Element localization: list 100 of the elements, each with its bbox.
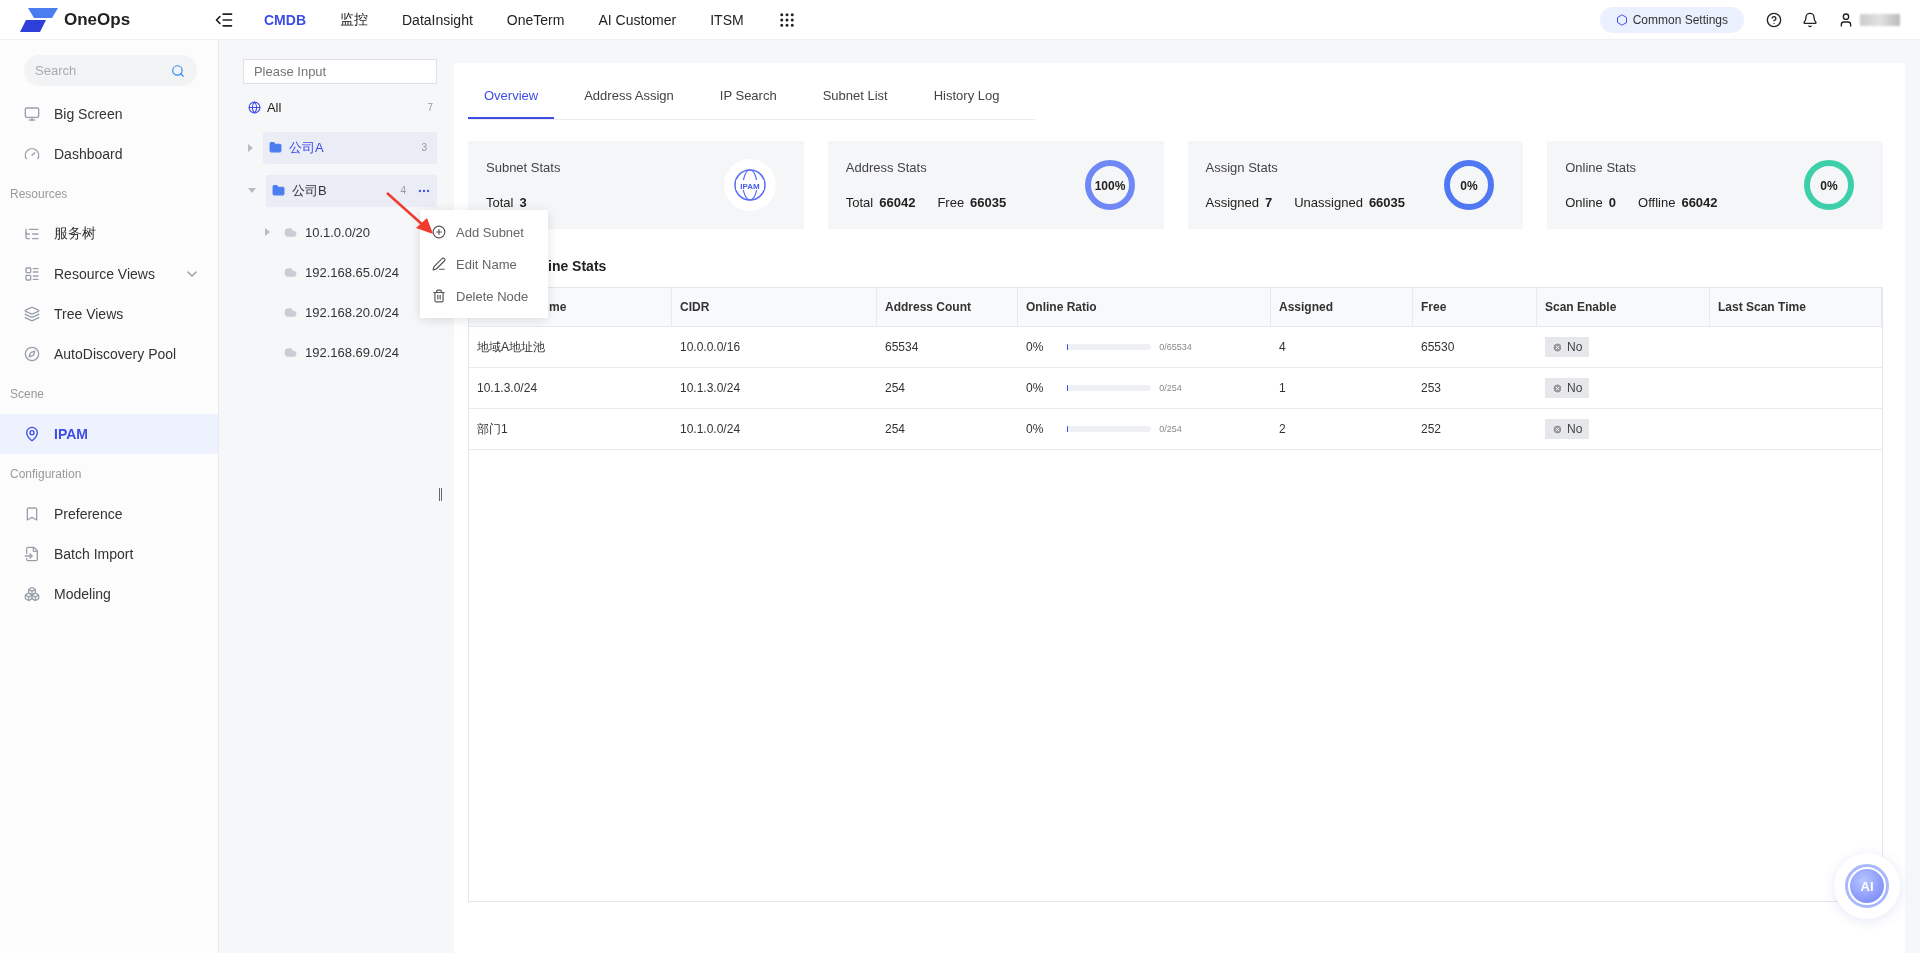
table-cell-text: 254 <box>884 380 907 397</box>
nav-tab[interactable]: AI Customer <box>598 11 677 28</box>
ratio-reading: 0/65534 <box>1159 342 1192 352</box>
import-icon <box>24 546 40 562</box>
cloud-icon <box>283 225 297 239</box>
status-tag: No <box>1545 378 1590 398</box>
cloud-icon <box>283 265 297 279</box>
common-settings-button[interactable]: Common Settings <box>1599 6 1744 33</box>
tree-label: All <box>266 99 282 115</box>
annotation-arrow <box>386 192 433 234</box>
search-icon <box>170 63 185 78</box>
table-cell-text: 254 <box>884 421 907 438</box>
sidebar-item[interactable]: Resource Views <box>0 254 218 294</box>
sidebar-item[interactable]: Preference <box>0 494 218 534</box>
stat-value: 66042 <box>879 195 916 210</box>
column-header: CIDR <box>672 288 877 326</box>
ratio-text: 0% <box>1026 340 1044 354</box>
stat-label: Unassigned <box>1294 195 1363 210</box>
nav-tab[interactable]: CMDB <box>264 11 306 28</box>
nav-tab[interactable]: DataInsight <box>402 11 473 28</box>
help-icon[interactable] <box>1766 11 1782 28</box>
status-tag: No <box>1545 337 1590 357</box>
stat-label: Offline <box>1638 195 1676 210</box>
table-cell-text: 部门1 <box>476 420 509 438</box>
pin-icon <box>24 426 40 442</box>
ratio-reading: 0/254 <box>1159 424 1182 434</box>
stat-value: 66035 <box>970 195 1007 210</box>
stats-title: Assign Stats <box>1205 160 1279 175</box>
table-cell-text: 1 <box>1278 380 1287 397</box>
blurred-username <box>1860 13 1900 26</box>
tree-node[interactable]: 公司B 4 <box>265 174 437 207</box>
stat-value: 66035 <box>1368 195 1406 210</box>
folder-icon <box>271 184 285 197</box>
tab[interactable]: Subnet List <box>806 73 904 119</box>
ratio-reading: 0/254 <box>1159 383 1182 393</box>
table-cell-text: 65534 <box>884 339 920 356</box>
tab[interactable]: History Log <box>917 73 1016 119</box>
hexagon-icon <box>1615 13 1628 26</box>
stats-title: Subnet Stats <box>486 160 561 175</box>
stat-label: Total <box>845 195 874 210</box>
resize-handle[interactable] <box>439 488 442 501</box>
table-cell-text: 65530 <box>1420 339 1456 356</box>
tab[interactable]: Address Assign <box>568 73 690 119</box>
tree-node[interactable]: 公司A 3 <box>262 131 437 164</box>
list-icon <box>24 266 40 282</box>
apps-grid-icon[interactable] <box>777 10 796 29</box>
stat-label: Online <box>1565 195 1603 210</box>
column-header: Online Ratio <box>1018 288 1271 326</box>
sidebar-item[interactable]: AutoDiscovery Pool <box>0 334 218 374</box>
stat-value: 7 <box>1265 195 1273 210</box>
stat-value: 66042 <box>1681 195 1718 210</box>
tab[interactable]: Overview <box>468 73 555 119</box>
sidebar-item[interactable]: IPAM <box>0 414 218 454</box>
sidebar-item[interactable]: Modeling <box>0 574 218 614</box>
sidebar-item[interactable]: Tree Views <box>0 294 218 334</box>
stat-value: 3 <box>519 195 527 210</box>
nav-tab[interactable]: ITSM <box>710 11 744 28</box>
brand-name: OneOps <box>64 9 132 30</box>
column-header: Last Scan Time <box>1710 288 1882 326</box>
bell-icon[interactable] <box>1802 11 1818 28</box>
table-cell-text: 10.1.3.0/24 <box>476 380 539 397</box>
x-circle-icon <box>1552 341 1563 353</box>
nav-tab[interactable]: 监控 <box>340 10 368 29</box>
folder-icon <box>268 141 282 154</box>
plus-circle-icon <box>432 225 446 239</box>
sidebar-item[interactable]: Dashboard <box>0 134 218 174</box>
cloud-icon <box>283 305 297 319</box>
trash-icon <box>432 289 446 303</box>
sidebar-item[interactable]: 服务树 <box>0 214 218 254</box>
stats-title: Online Stats <box>1565 160 1638 175</box>
table-cell-text: 4 <box>1278 339 1287 356</box>
cloud-icon <box>283 345 297 359</box>
pen-icon <box>432 257 446 271</box>
sidebar-item[interactable]: Big Screen <box>0 94 218 134</box>
compass-icon <box>24 346 40 362</box>
nav-tab[interactable]: OneTerm <box>506 11 565 28</box>
section-label: Resources <box>9 186 69 203</box>
section-label: Scene <box>9 386 46 403</box>
tab[interactable]: IP Search <box>703 73 793 119</box>
x-circle-icon <box>1552 382 1563 394</box>
stat-label: Total <box>486 195 514 210</box>
stat-value: 0 <box>1608 195 1617 210</box>
column-header: Scan Enable <box>1537 288 1710 326</box>
donut-chart: 0% <box>1803 159 1855 211</box>
tree-root-row[interactable]: All 7 <box>242 88 437 126</box>
section-heading: ine Stats <box>548 258 608 276</box>
table-cell-text: 252 <box>1420 421 1443 438</box>
tree-search-field[interactable]: Please Input <box>242 59 437 84</box>
table-cell-text: 10.0.0.0/16 <box>679 339 742 356</box>
user-icon[interactable] <box>1838 11 1854 28</box>
sidebar-item[interactable]: Batch Import <box>0 534 218 574</box>
ratio-text: 0% <box>1026 381 1044 395</box>
stat-label: Free <box>937 195 965 210</box>
ratio-text: 0% <box>1026 422 1044 436</box>
boxes-icon <box>24 586 40 602</box>
stat-label: Assigned <box>1205 195 1259 210</box>
globe-logo-icon: IPAM <box>732 168 767 202</box>
table-cell-text: 10.1.3.0/24 <box>679 380 742 397</box>
table-cell-text: 地域A地址池 <box>476 338 546 356</box>
subnet-node[interactable]: 192.168.69.0/24 <box>242 332 437 372</box>
